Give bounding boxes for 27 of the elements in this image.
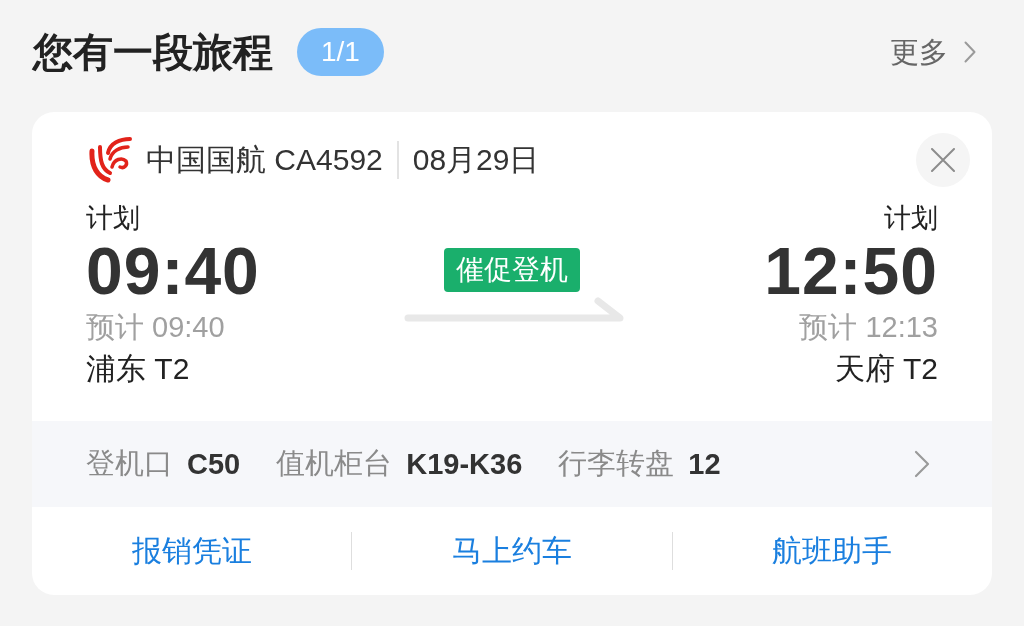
departure-time: 09:40 xyxy=(86,235,260,307)
status-tag: 催促登机 xyxy=(444,248,580,292)
info-label: 行李转盘 xyxy=(558,446,675,481)
chevron-right-icon[interactable] xyxy=(914,450,930,478)
arrival-time: 12:50 xyxy=(764,235,938,307)
plan-label: 计划 xyxy=(884,202,938,235)
flight-number: 中国国航 CA4592 xyxy=(146,142,383,178)
chevron-right-icon xyxy=(964,41,976,63)
action-link[interactable]: 报销凭证 xyxy=(131,531,252,571)
info-value: C50 xyxy=(187,447,241,481)
info-value: 12 xyxy=(688,447,721,481)
airport-terminal: 天府 T2 xyxy=(834,351,938,387)
close-icon xyxy=(931,148,955,172)
action-link[interactable]: 马上约车 xyxy=(452,531,572,571)
action-link[interactable]: 航班助手 xyxy=(772,531,893,571)
page-title: 您有一段旅程 xyxy=(32,29,273,76)
estimated-time: 预计 12:13 xyxy=(799,310,938,345)
plan-label: 计划 xyxy=(86,202,140,235)
info-label: 登机口 xyxy=(86,446,173,481)
info-value: K19-K36 xyxy=(406,447,523,481)
airport-terminal: 浦东 T2 xyxy=(86,351,190,387)
count-badge: 1/1 xyxy=(297,28,384,76)
flight-date: 08月29日 xyxy=(412,142,540,178)
info-label: 值机柜台 xyxy=(276,446,393,481)
more-link[interactable]: 更多 xyxy=(890,32,976,72)
logo-icon xyxy=(88,137,132,183)
estimated-time: 预计 09:40 xyxy=(86,310,225,345)
